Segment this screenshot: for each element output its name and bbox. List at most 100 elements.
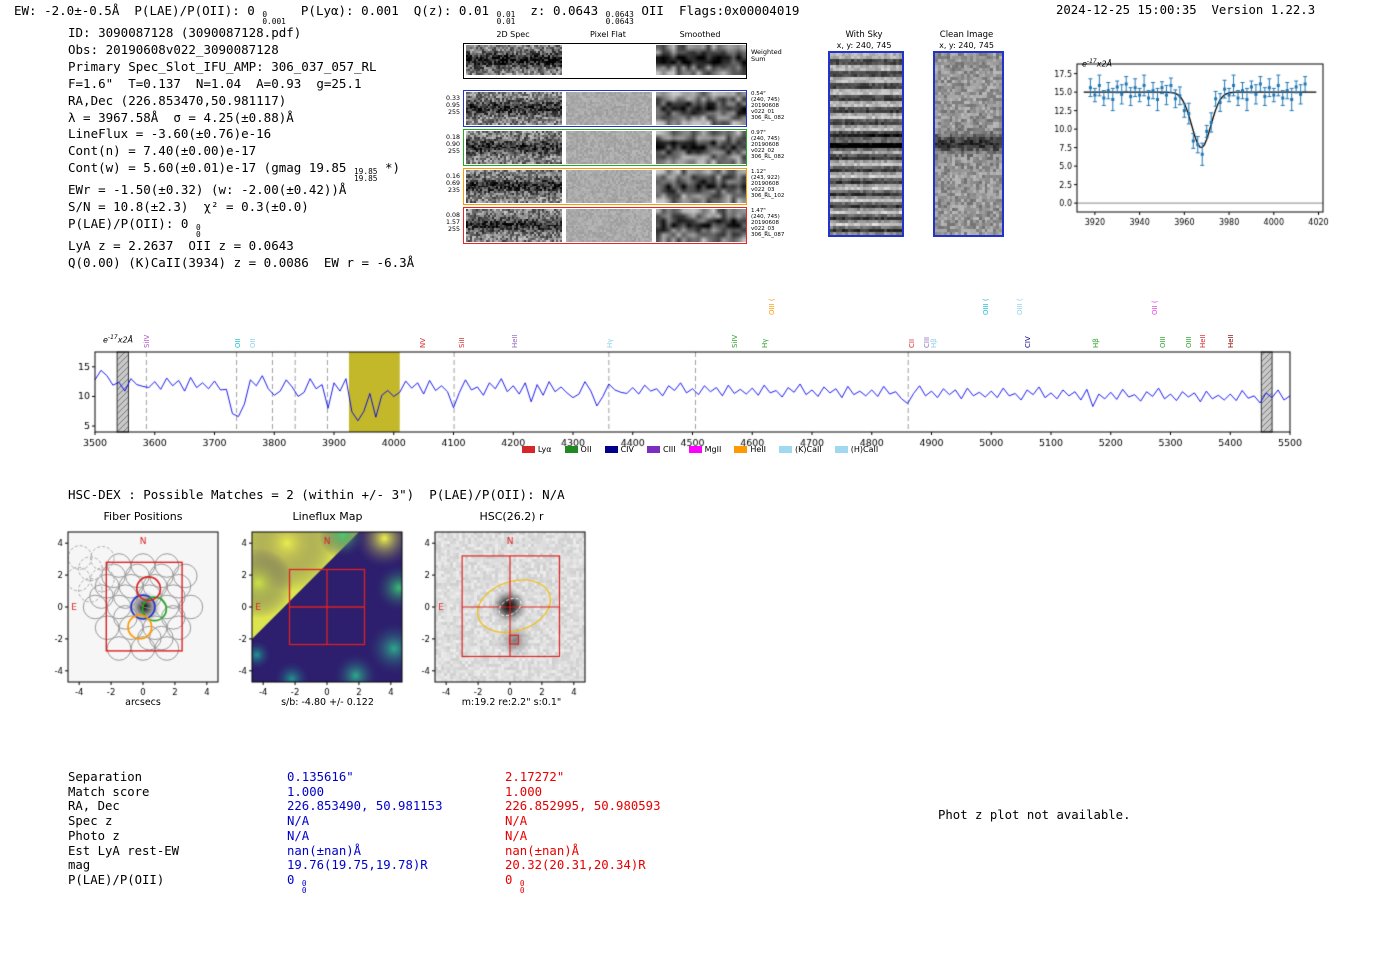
spectral-line-label: OIII ( [982, 298, 991, 315]
row-meta-labels: 1.47" (240, 745) 20190608 v022_03 306_RL_087 [751, 208, 785, 239]
legend-item: CIII [646, 445, 676, 454]
info-line: S/N = 10.8(±2.3) χ² = 0.3(±0.0) [68, 199, 414, 216]
info-line: Cont(w) = 5.60(±0.01)e-17 (gmag 19.85 19… [68, 160, 414, 182]
text-segment: 0 [287, 872, 302, 887]
legend-item: Lyα [521, 445, 552, 454]
match-table-row: Match score 1.000 1.000 [68, 785, 660, 800]
legend-swatch [564, 446, 578, 453]
match-col2-value: 2.17272" [505, 770, 564, 784]
photz-unavailable-note: Phot z plot not available. [938, 808, 1131, 822]
hsc-dex-matches-line: HSC-DEX : Possible Matches = 2 (within +… [68, 487, 565, 502]
legend-swatch [688, 446, 702, 453]
stacked-value: 00 [195, 223, 201, 239]
pixelflat-strip [566, 131, 652, 164]
pixelflat-strip [566, 209, 652, 242]
match-row-label: Est LyA rest-EW [68, 843, 180, 858]
spec2d-strip [466, 131, 562, 164]
match-col1-value: 0 00 [287, 873, 505, 894]
pixelflat-strip [566, 170, 652, 203]
clean-image [935, 53, 1002, 235]
match-col2-value: 20.32(20.31,20.34)R [505, 858, 646, 872]
fiber-positions-xlabel: arcsecs [125, 697, 161, 708]
with-sky-image [830, 53, 902, 235]
text-segment: 1.000 [505, 784, 543, 799]
stacked-value: 0.0643 0.0643 [605, 10, 634, 26]
text-segment: Cont(n) = 7.40(±0.00)e-17 [68, 143, 257, 159]
info-line: Obs: 20190608v022_3090087128 [68, 42, 414, 59]
lineflux-map-plot [222, 526, 412, 702]
info-line: Cont(n) = 7.40(±0.00)e-17 [68, 143, 414, 160]
info-line: F=1.6" T=0.137 N=1.04 A=0.93 g=25.1 [68, 76, 414, 93]
stacked-value: 00 [301, 878, 307, 895]
match-col1-value: 1.000 [287, 785, 505, 800]
smoothed-strip [656, 131, 746, 164]
match-col1-value: N/A [287, 829, 505, 844]
row-scale-labels: 0.16 0.69 235 [445, 173, 460, 194]
legend-item: (K)CaII [779, 445, 822, 454]
text-segment: EW: -2.0±-0.5Å P(LAE)/P(OII): 0 [14, 3, 263, 18]
text-segment: 2.17272" [505, 770, 565, 784]
text-segment: EWr = -1.50(±0.32) (w: -2.00(±0.42))Å [68, 182, 347, 198]
text-segment: S/N = 10.8(±2.3) χ² = 0.3(±0.0) [68, 199, 309, 215]
legend-swatch [646, 446, 660, 453]
inset-flux-units-note: e-17x2Å [1082, 58, 1113, 69]
row-meta-labels: 0.97" (240, 745) 20190608 v022_02 306_RL_082 [751, 130, 785, 161]
match-col2-value: 1.000 [505, 785, 542, 799]
spec2d-strip [466, 209, 562, 242]
row-scale-labels: 0.08 1.57 255 [445, 212, 460, 233]
legend-swatch [521, 446, 535, 453]
match-table-row: Est LyA rest-EW nan(±nan)Å nan(±nan)Å [68, 844, 660, 859]
legend-swatch [834, 446, 848, 453]
text-segment: nan(±nan)Å [505, 843, 580, 858]
spec2d-row [463, 90, 747, 127]
match-col1-value: 19.76(19.75,19.78)R [287, 858, 505, 873]
col-title-2dspec: 2D Spec [496, 30, 530, 39]
match-table-row: RA, Dec 226.853490, 50.981153 226.852995, … [68, 799, 660, 814]
match-row-label: P(LAE)/P(OII) [68, 872, 165, 887]
info-line: Q(0.00) (K)CaII(3934) z = 0.0086 EW r = … [68, 255, 414, 272]
header-summary-line: EW: -2.0±-0.5Å P(LAE)/P(OII): 0 0 0.001 P… [14, 3, 799, 25]
hsc-image-title: HSC(26.2) r [479, 510, 544, 523]
legend-label: OII [580, 445, 592, 454]
info-line: λ = 3967.58Å σ = 4.25(±0.88)Å [68, 110, 414, 127]
lineflux-map-title: Lineflux Map [292, 510, 363, 523]
info-line: P(LAE)/P(OII): 0 00 [68, 216, 414, 238]
row-meta-labels: 1.12" (243, 922) 20190608 v022_03 306_RL_102 [751, 169, 785, 200]
match-row-label: RA, Dec [68, 799, 120, 814]
spectrum-legend: Lyα OII CIV CIII MgII HeII (K)CaII (H)CaII [420, 445, 980, 454]
match-table-row: Spec z N/A N/A [68, 814, 660, 829]
legend-label: Lyα [537, 445, 552, 454]
line-fit-plot [1035, 50, 1330, 242]
info-line: LineFlux = -3.60(±0.76)e-16 [68, 126, 414, 143]
text-segment: P(Lyα): 0.001 Q(z): 0.01 [285, 3, 497, 18]
legend-label: CIII [662, 445, 676, 454]
text-segment: 0.135616" [287, 770, 354, 784]
text-segment: Obs: 20190608v022_3090087128 [68, 41, 279, 57]
info-line: RA,Dec (226.853470,50.981117) [68, 93, 414, 110]
full-spectrum-plot [55, 338, 1305, 456]
text-segment: N/A [505, 828, 528, 843]
match-row-label: Match score [68, 784, 150, 799]
with-sky-coords: x, y: 240, 745 [836, 41, 892, 50]
text-segment: N/A [287, 814, 310, 829]
fiber-positions-plot [38, 526, 228, 702]
stacked-value: 0.01 0.01 [496, 10, 516, 26]
text-segment: LyA z = 2.2637 OII z = 0.0643 [68, 238, 294, 254]
row-scale-labels: 0.33 0.95 255 [445, 95, 460, 116]
match-col1-value: N/A [287, 814, 505, 829]
legend-swatch [779, 446, 793, 453]
text-segment: Q(0.00) (K)CaII(3934) z = 0.0086 EW r = … [68, 255, 415, 271]
match-table-row: Separation 0.135616" 2.17272" [68, 770, 660, 785]
text-segment: RA,Dec (226.853470,50.981117) [68, 92, 287, 108]
legend-item: CIV [604, 445, 634, 454]
text-segment: 226.852995, 50.980593 [505, 799, 661, 814]
spec2d-strip [466, 92, 562, 125]
pixelflat-strip [566, 92, 652, 125]
timestamp-version: 2024-12-25 15:00:35 Version 1.22.3 [1056, 3, 1316, 17]
match-col2-value: 0 00 [505, 873, 525, 894]
legend-label: HeII [750, 445, 767, 454]
text-segment: z: 0.0643 [515, 3, 606, 18]
match-col2-value: 226.852995, 50.980593 [505, 799, 660, 813]
legend-item: MgII [688, 445, 721, 454]
stacked-value: 00 [519, 878, 525, 895]
